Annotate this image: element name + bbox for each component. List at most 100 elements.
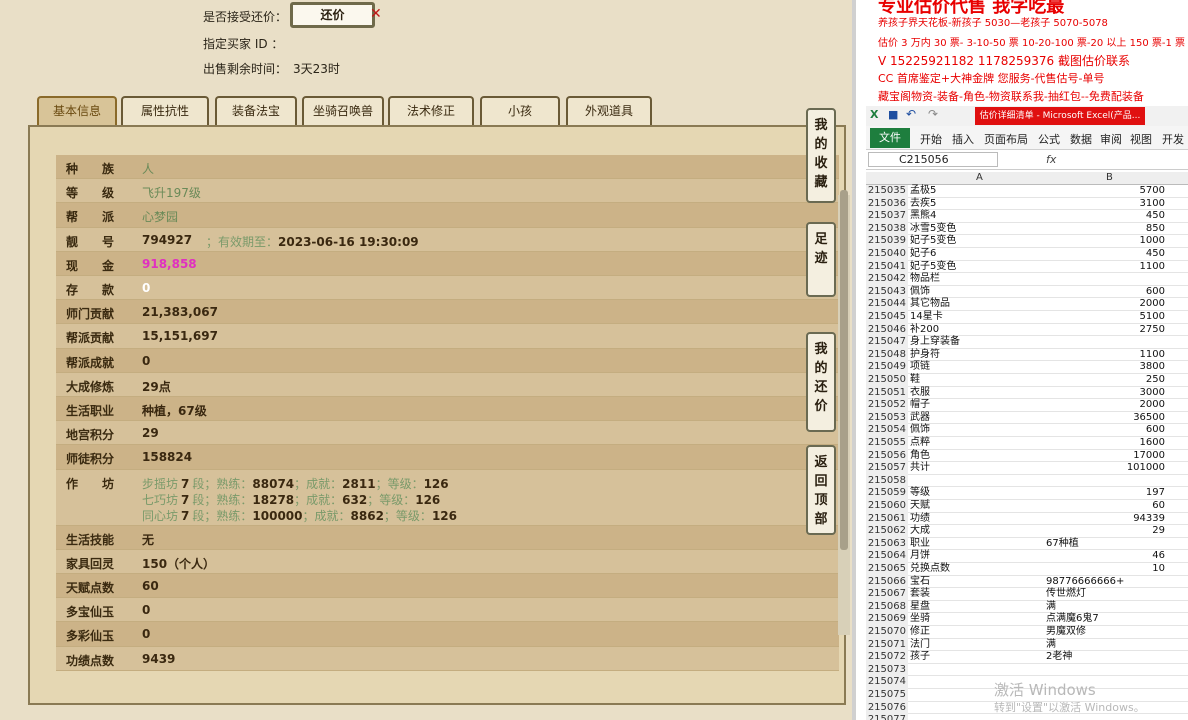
cell-b[interactable]: 46 — [1046, 550, 1165, 563]
cell-a[interactable]: 去疾5 — [910, 198, 936, 211]
cell-a[interactable]: 修正 — [910, 626, 930, 639]
tab-4[interactable]: 法术修正 — [388, 96, 474, 126]
tab-0[interactable]: 基本信息 — [37, 96, 117, 127]
row-number[interactable]: 215066 — [866, 575, 908, 589]
cell-a[interactable]: 共计 — [910, 462, 930, 475]
cell-b[interactable]: 传世燃灯 — [1046, 588, 1165, 601]
cell-a[interactable]: 功绩 — [910, 513, 930, 526]
side-button-1[interactable]: 足迹 — [806, 222, 836, 297]
row-number[interactable]: 215057 — [866, 462, 908, 475]
cell-a[interactable]: 法门 — [910, 639, 930, 652]
ribbon-tab-3[interactable]: 公式 — [1038, 131, 1060, 147]
cell-a[interactable]: 物品栏 — [910, 273, 940, 286]
cell-b[interactable]: 3100 — [1046, 198, 1165, 211]
row-number[interactable]: 215065 — [866, 563, 908, 576]
row-number[interactable]: 215047 — [866, 336, 908, 349]
row-number[interactable]: 215061 — [866, 512, 908, 526]
row-number[interactable]: 215055 — [866, 437, 908, 450]
cell-a[interactable]: 鞋 — [910, 374, 920, 387]
cell-a[interactable]: 坐骑 — [910, 613, 930, 626]
row-number[interactable]: 215076 — [866, 701, 908, 715]
cell-b[interactable]: 5100 — [1046, 311, 1165, 324]
row-number[interactable]: 215040 — [866, 248, 908, 261]
ribbon-tab-4[interactable]: 数据 — [1070, 131, 1092, 147]
cell-b[interactable]: 3000 — [1046, 387, 1165, 400]
row-number[interactable]: 215077 — [866, 714, 908, 720]
row-number[interactable]: 215071 — [866, 638, 908, 652]
cell-b[interactable]: 1100 — [1046, 349, 1165, 362]
cell-a[interactable]: 职业 — [910, 538, 930, 551]
side-button-0[interactable]: 我的收藏 — [806, 108, 836, 203]
cell-a[interactable]: 黑熊4 — [910, 210, 936, 223]
ribbon-tab-5[interactable]: 审阅 — [1100, 131, 1122, 147]
cell-b[interactable]: 1000 — [1046, 235, 1165, 248]
row-number[interactable]: 215051 — [866, 386, 908, 400]
cell-a[interactable]: 冰雪5变色 — [910, 223, 956, 236]
cell-b[interactable]: 67种植 — [1046, 538, 1165, 551]
cell-a[interactable]: 等级 — [910, 487, 930, 500]
cell-a[interactable]: 套装 — [910, 588, 930, 601]
ribbon-tab-6[interactable]: 视图 — [1130, 131, 1152, 147]
cell-b[interactable]: 2000 — [1046, 399, 1165, 412]
row-number[interactable]: 215067 — [866, 588, 908, 601]
cell-b[interactable]: 2750 — [1046, 324, 1165, 337]
cell-b[interactable]: 男魔双修 — [1046, 626, 1165, 639]
cell-a[interactable]: 角色 — [910, 450, 930, 463]
row-number[interactable]: 215036 — [866, 197, 908, 211]
cell-a[interactable]: 宝石 — [910, 576, 930, 589]
row-number[interactable]: 215075 — [866, 689, 908, 702]
row-number[interactable]: 215041 — [866, 260, 908, 274]
cell-a[interactable]: 帽子 — [910, 399, 930, 412]
cell-a[interactable]: 月饼 — [910, 550, 930, 563]
cell-a[interactable]: 星盘 — [910, 601, 930, 614]
tab-2[interactable]: 装备法宝 — [215, 96, 297, 126]
cell-a[interactable]: 佩饰 — [910, 286, 930, 299]
row-number[interactable]: 215045 — [866, 311, 908, 324]
cell-b[interactable]: 1100 — [1046, 261, 1165, 274]
cell-b[interactable]: 10 — [1046, 563, 1165, 576]
cell-a[interactable]: 大成 — [910, 525, 930, 538]
row-number[interactable]: 215042 — [866, 273, 908, 286]
scrollbar-thumb[interactable] — [840, 190, 848, 550]
row-number[interactable]: 215073 — [866, 663, 908, 677]
undo-icon[interactable]: ↶ — [906, 107, 916, 121]
cell-b[interactable]: 5700 — [1046, 185, 1165, 198]
row-number[interactable]: 215035 — [866, 185, 908, 198]
cell-b[interactable]: 29 — [1046, 525, 1165, 538]
cell-b[interactable]: 满 — [1046, 639, 1165, 652]
col-a-header[interactable]: A — [976, 172, 983, 183]
cell-b[interactable]: 17000 — [1046, 450, 1165, 463]
ribbon-tab-1[interactable]: 插入 — [952, 131, 974, 147]
row-number[interactable]: 215044 — [866, 298, 908, 311]
tab-1[interactable]: 属性抗性 — [121, 96, 209, 126]
cell-b[interactable]: 36500 — [1046, 412, 1165, 425]
ribbon-tab-0[interactable]: 开始 — [920, 131, 942, 147]
cell-b[interactable]: 197 — [1046, 487, 1165, 500]
cell-a[interactable]: 点粹 — [910, 437, 930, 450]
fx-icon[interactable]: fx — [1046, 153, 1056, 166]
tab-6[interactable]: 外观道具 — [566, 96, 652, 126]
counter-offer-button[interactable]: 还价 — [290, 2, 375, 28]
row-number[interactable]: 215038 — [866, 222, 908, 236]
row-number[interactable]: 215062 — [866, 525, 908, 538]
row-number[interactable]: 215064 — [866, 550, 908, 563]
redo-icon[interactable]: ↷ — [928, 107, 938, 121]
tab-3[interactable]: 坐骑召唤兽 — [302, 96, 384, 126]
name-box[interactable]: C215056 — [868, 152, 998, 167]
tab-5[interactable]: 小孩 — [480, 96, 560, 126]
cell-b[interactable]: 1600 — [1046, 437, 1165, 450]
cell-a[interactable]: 身上穿装备 — [910, 336, 960, 349]
cell-a[interactable]: 孟极5 — [910, 185, 936, 198]
side-button-3[interactable]: 返回顶部 — [806, 445, 836, 535]
ribbon-tab-2[interactable]: 页面布局 — [984, 131, 1028, 147]
cell-a[interactable]: 佩饰 — [910, 424, 930, 437]
cell-b[interactable]: 点满魔6鬼7 — [1046, 613, 1165, 626]
cell-a[interactable]: 14星卡 — [910, 311, 943, 324]
cell-b[interactable]: 450 — [1046, 248, 1165, 261]
cell-a[interactable]: 孩子 — [910, 651, 930, 664]
row-number[interactable]: 215069 — [866, 613, 908, 626]
cell-b[interactable]: 450 — [1046, 210, 1165, 223]
row-number[interactable]: 215060 — [866, 500, 908, 513]
cell-b[interactable]: 2000 — [1046, 298, 1165, 311]
row-number[interactable]: 215048 — [866, 348, 908, 362]
